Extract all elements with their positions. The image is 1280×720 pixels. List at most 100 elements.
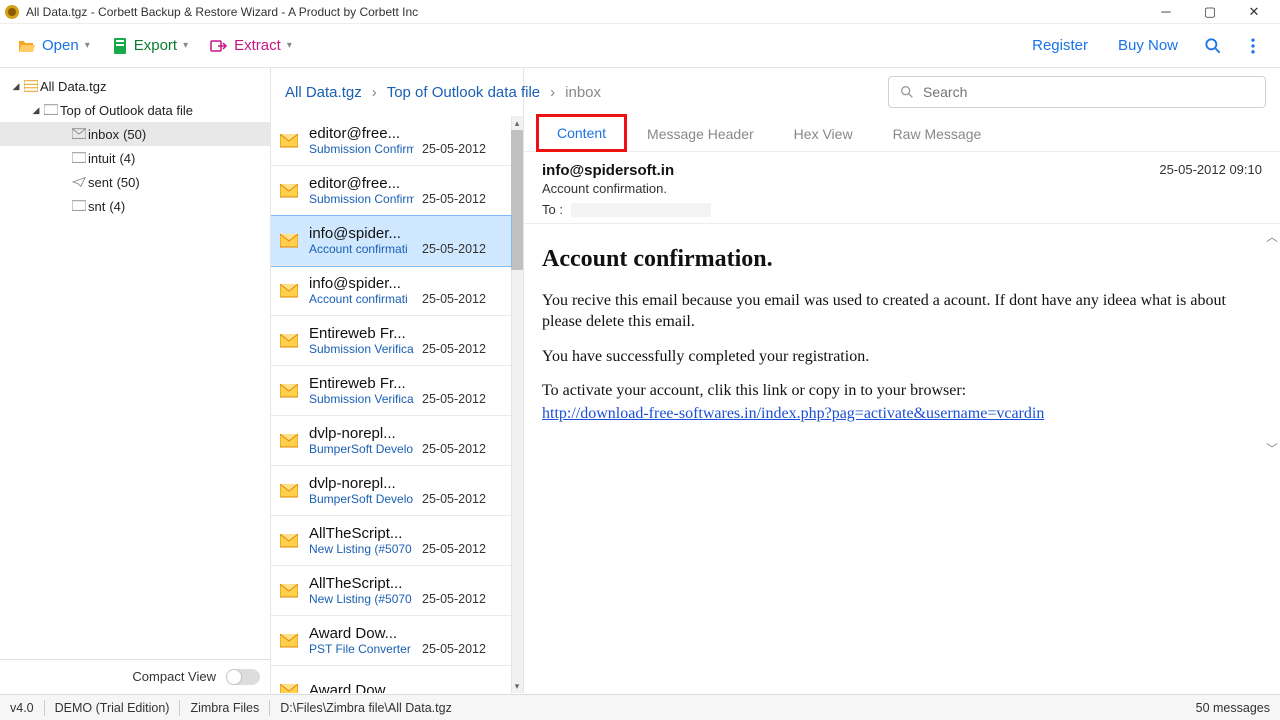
message-row[interactable]: AllTheScript...New Listing (#507025-05-2… bbox=[271, 516, 511, 566]
message-timestamp: 25-05-2012 09:10 bbox=[1159, 162, 1262, 177]
crumb-current: inbox bbox=[565, 84, 601, 101]
row-from: editor@free... bbox=[309, 125, 501, 142]
message-row[interactable]: dvlp-norepl...BumperSoft Develo25-05-201… bbox=[271, 466, 511, 516]
mail-icon bbox=[279, 234, 299, 248]
row-subject: New Listing (#5070 bbox=[309, 592, 414, 606]
buy-now-link[interactable]: Buy Now bbox=[1108, 33, 1188, 58]
file-export-icon bbox=[112, 37, 128, 55]
close-button[interactable]: ✕ bbox=[1232, 1, 1276, 23]
row-date: 25-05-2012 bbox=[422, 392, 486, 406]
message-header: 25-05-2012 09:10 info@spidersoft.in Acco… bbox=[524, 152, 1280, 224]
list-scrollbar-thumb[interactable] bbox=[511, 130, 523, 270]
mail-icon bbox=[279, 134, 299, 148]
mail-icon bbox=[279, 284, 299, 298]
row-date: 25-05-2012 bbox=[422, 542, 486, 556]
toolbar: Open▾ Export▾ Extract▾ Register Buy Now bbox=[0, 24, 1280, 68]
message-row[interactable]: Award Dow... bbox=[271, 666, 511, 693]
tab-content[interactable]: Content bbox=[536, 114, 627, 152]
compact-view-toggle[interactable] bbox=[226, 669, 260, 685]
status-path: D:\Files\Zimbra file\All Data.tgz bbox=[280, 701, 452, 715]
row-subject: Account confirmati bbox=[309, 292, 414, 306]
message-to-value bbox=[571, 203, 711, 217]
row-from: dvlp-norepl... bbox=[309, 425, 501, 442]
crumb-top[interactable]: Top of Outlook data file bbox=[387, 84, 540, 101]
register-link[interactable]: Register bbox=[1022, 33, 1098, 58]
body-p3: To activate your account, clik this link… bbox=[542, 381, 1262, 402]
row-from: Award Dow... bbox=[309, 625, 501, 642]
body-scroll-down-icon[interactable]: ﹀ bbox=[1266, 440, 1278, 457]
activation-link[interactable]: http://download-free-softwares.in/index.… bbox=[542, 405, 1044, 422]
body-scroll-up-icon[interactable]: ︿ bbox=[1266, 228, 1278, 245]
mail-icon bbox=[279, 584, 299, 598]
message-row[interactable]: Entireweb Fr...Submission Verifica25-05-… bbox=[271, 316, 511, 366]
caret-icon[interactable]: ◢ bbox=[10, 81, 22, 92]
message-row[interactable]: AllTheScript...New Listing (#507025-05-2… bbox=[271, 566, 511, 616]
scroll-down-icon[interactable]: ▾ bbox=[511, 679, 523, 693]
mail-icon bbox=[279, 334, 299, 348]
chevron-down-icon: ▾ bbox=[85, 40, 90, 51]
minimize-button[interactable]: ─ bbox=[1144, 1, 1188, 23]
message-from: info@spidersoft.in bbox=[542, 162, 1262, 179]
tree-item-snt[interactable]: snt (4) bbox=[0, 194, 270, 218]
folder-icon bbox=[70, 152, 88, 164]
message-row[interactable]: editor@free...Submission Confirm25-05-20… bbox=[271, 166, 511, 216]
row-date: 25-05-2012 bbox=[422, 342, 486, 356]
tree-item-sent[interactable]: sent (50) bbox=[0, 170, 270, 194]
sent-icon bbox=[70, 176, 88, 188]
scroll-up-icon[interactable]: ▴ bbox=[511, 116, 523, 130]
search-icon bbox=[899, 84, 915, 100]
compact-view-label: Compact View bbox=[132, 669, 216, 684]
preview-pane: Content Message Header Hex View Raw Mess… bbox=[524, 116, 1280, 693]
search-input[interactable] bbox=[923, 84, 1255, 100]
status-version: v4.0 bbox=[10, 701, 34, 715]
mail-icon bbox=[279, 534, 299, 548]
tree-item-intuit[interactable]: intuit (4) bbox=[0, 146, 270, 170]
tab-message-header[interactable]: Message Header bbox=[627, 116, 774, 152]
search-box[interactable] bbox=[888, 76, 1266, 108]
tree-top[interactable]: ◢ Top of Outlook data file bbox=[0, 98, 270, 122]
message-row[interactable]: info@spider...Account confirmati 25-05-20… bbox=[271, 266, 511, 316]
message-row[interactable]: info@spider...Account confirmati25-05-20… bbox=[271, 216, 511, 266]
row-from: Entireweb Fr... bbox=[309, 325, 501, 342]
row-subject: Account confirmati bbox=[309, 242, 414, 256]
caret-icon[interactable]: ◢ bbox=[30, 105, 42, 116]
row-from: info@spider... bbox=[309, 275, 501, 292]
open-button[interactable]: Open▾ bbox=[12, 33, 96, 58]
status-mode: Zimbra Files bbox=[190, 701, 259, 715]
row-date: 25-05-2012 bbox=[422, 242, 486, 256]
body-p1: You recive this email because you email … bbox=[542, 291, 1262, 333]
chevron-down-icon: ▾ bbox=[183, 40, 188, 51]
window-title: All Data.tgz - Corbett Backup & Restore … bbox=[26, 5, 418, 19]
row-from: AllTheScript... bbox=[309, 525, 501, 542]
tree-item-inbox[interactable]: inbox (50) bbox=[0, 122, 270, 146]
export-button[interactable]: Export▾ bbox=[106, 33, 194, 59]
row-date: 25-05-2012 bbox=[422, 292, 486, 306]
app-icon bbox=[4, 4, 20, 20]
folder-tree: ◢ All Data.tgz ◢ Top of Outlook data fil… bbox=[0, 68, 271, 693]
tab-raw-message[interactable]: Raw Message bbox=[873, 116, 1002, 152]
search-icon[interactable] bbox=[1198, 31, 1228, 61]
header-row: All Data.tgz › Top of Outlook data file … bbox=[271, 68, 1280, 116]
row-date: 25-05-2012 bbox=[422, 142, 486, 156]
titlebar: All Data.tgz - Corbett Backup & Restore … bbox=[0, 0, 1280, 24]
message-row[interactable]: editor@free...Submission Confirm25-05-20… bbox=[271, 116, 511, 166]
message-to-label: To : bbox=[542, 202, 563, 217]
row-from: AllTheScript... bbox=[309, 575, 501, 592]
message-row[interactable]: Award Dow...PST File Converter :25-05-20… bbox=[271, 616, 511, 666]
tree-root[interactable]: ◢ All Data.tgz bbox=[0, 74, 270, 98]
row-from: Entireweb Fr... bbox=[309, 375, 501, 392]
message-row[interactable]: Entireweb Fr...Submission Verifica 25-05-… bbox=[271, 366, 511, 416]
message-row[interactable]: dvlp-norepl...BumperSoft Develo25-05-201… bbox=[271, 416, 511, 466]
tab-hex-view[interactable]: Hex View bbox=[774, 116, 873, 152]
message-body: ︿ Account confirmation. You recive this … bbox=[524, 224, 1280, 461]
maximize-button[interactable]: ▢ bbox=[1188, 1, 1232, 23]
mail-icon bbox=[279, 484, 299, 498]
crumb-root[interactable]: All Data.tgz bbox=[285, 84, 362, 101]
row-subject: Submission Verifica bbox=[309, 392, 414, 406]
more-icon[interactable] bbox=[1238, 31, 1268, 61]
extract-button[interactable]: Extract▾ bbox=[204, 33, 298, 58]
list-scrollbar[interactable]: ▴ ▾ bbox=[511, 116, 523, 693]
chevron-right-icon: › bbox=[372, 84, 377, 101]
row-subject: BumperSoft Develo bbox=[309, 492, 414, 506]
body-title: Account confirmation. bbox=[542, 246, 1262, 273]
